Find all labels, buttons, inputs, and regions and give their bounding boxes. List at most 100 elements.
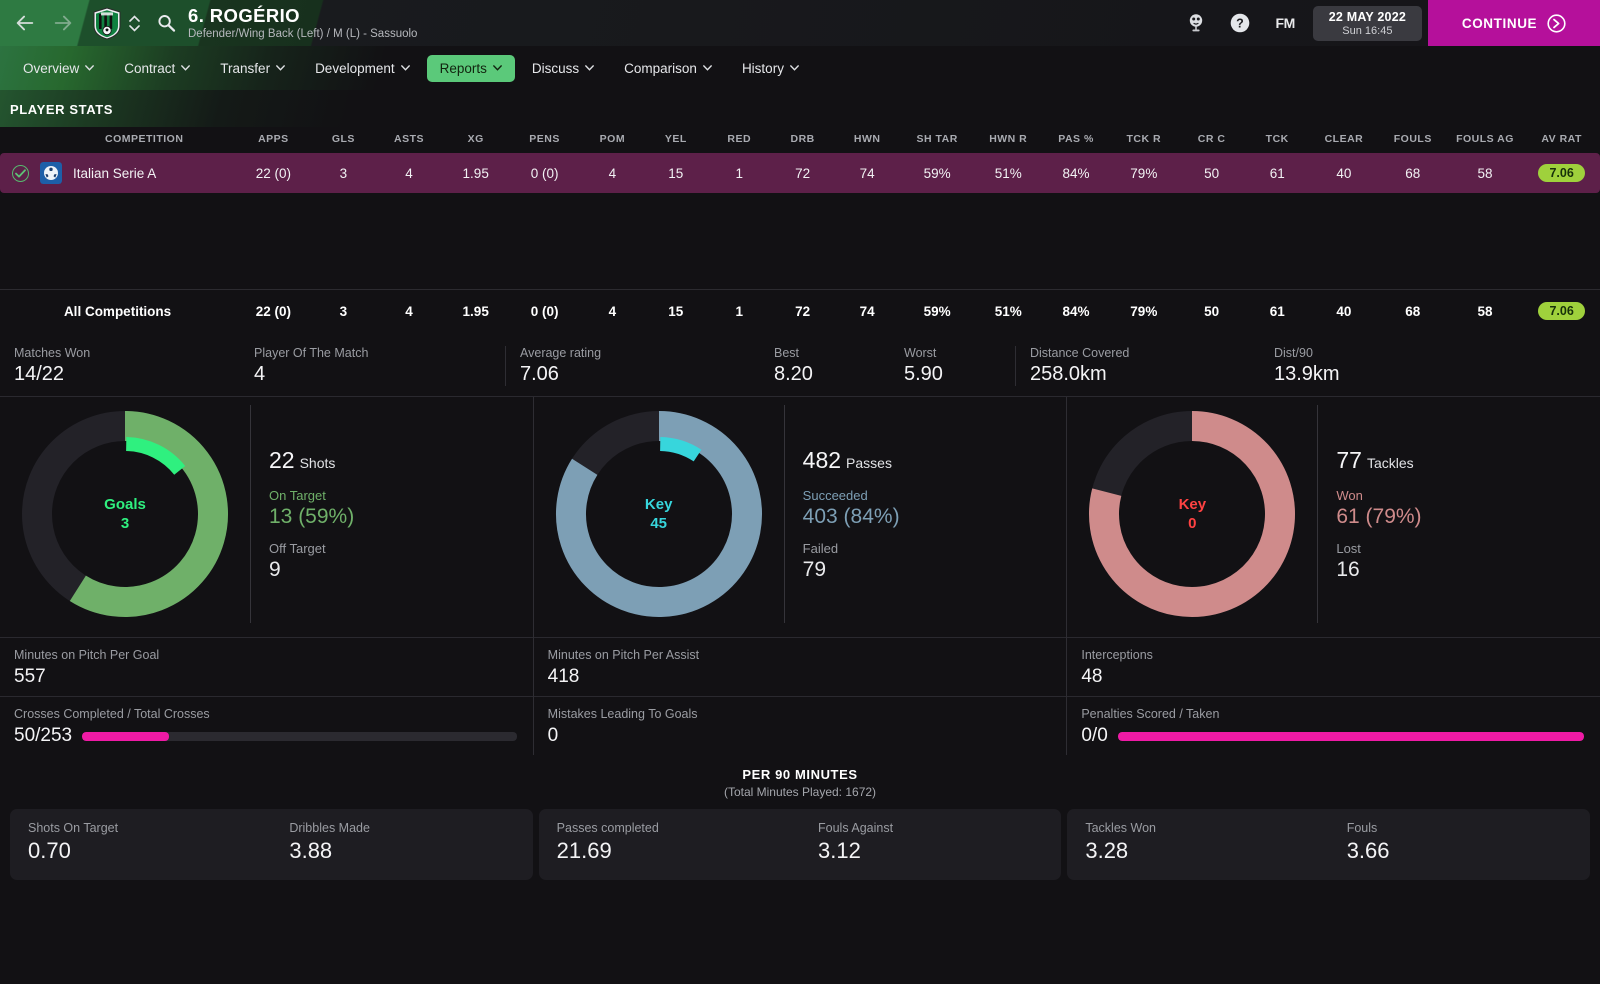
game-date-box[interactable]: 22 MAY 2022 Sun 16:45 [1312,5,1422,41]
tab-overview[interactable]: Overview [10,55,107,82]
table-row[interactable]: Italian Serie A 22 (0) 3 4 1.95 0 (0) 4 15 1 72 74… [0,153,1600,193]
per90-value: 3.66 [1346,838,1390,863]
help-button[interactable]: ? [1218,12,1262,34]
tab-label: History [741,60,784,76]
total-cell-hwn-r: 51% [974,289,1043,332]
cell-tck-r: 79% [1109,153,1178,193]
column-header-fouls-ag[interactable]: FOULS AG [1447,127,1524,153]
column-header-yel[interactable]: YEL [644,127,707,153]
donut-primary-label: On Target [269,487,326,503]
all-competitions-row: All Competitions 22 (0) 3 4 1.95 0 (0) 4 15 1 72 7… [0,289,1600,332]
per90-label: Shots On Target [28,821,119,835]
donut-total-label: Tackles [1366,454,1414,471]
chevron-down-icon[interactable] [129,24,140,32]
donut-chart-shots: Goals 3 [0,405,250,623]
metric-label: Minutes on Pitch Per Goal [14,648,160,662]
total-cell-pom: 4 [580,289,645,332]
metric-value: 0 [547,725,559,746]
column-header-av-rat[interactable]: AV RAT [1523,127,1600,153]
donut-accent-arc [659,437,702,462]
total-cell-xg: 1.95 [442,289,509,332]
column-header-pom[interactable]: POM [581,127,644,153]
column-header-hwn-r[interactable]: HWN R [974,127,1042,153]
metric-value: 418 [547,666,580,687]
club-crest-icon[interactable] [92,6,122,40]
per90-value: 3.88 [289,838,333,863]
fm-logo[interactable]: FM [1262,15,1309,31]
cell-clear: 40 [1308,153,1379,193]
column-header-gls[interactable]: GLS [312,127,375,153]
kpi-best: Best 8.20 [760,346,890,386]
kpi-value: 7.06 [520,363,559,385]
column-header-pens[interactable]: PENS [509,127,581,153]
tab-label: Development [315,60,395,76]
donut-chart-tackles: Key 0 [1067,405,1317,623]
kpi-player-of-the-match: Player Of The Match 4 [240,346,505,386]
column-header-sh-tar[interactable]: SH TAR [900,127,974,153]
column-header-clear[interactable]: CLEAR [1309,127,1379,153]
back-arrow-icon[interactable] [14,12,36,34]
metric-minutes-on-pitch-per-assist: Minutes on Pitch Per Assist 418 [533,637,1067,696]
donut-svg [555,411,762,617]
game-date: 22 MAY 2022 [1328,9,1406,24]
column-header-asts[interactable]: ASTS [375,127,443,153]
tab-contract[interactable]: Contract [111,55,203,82]
player-tab-bar: Overview Contract Transfer Development Repor… [0,46,1600,90]
tab-reports[interactable]: Reports [426,54,515,82]
per90-label: Passes completed [556,821,659,835]
metric-penalties-scored-taken: Penalties Scored / Taken 0/0 [1067,696,1600,755]
donut-primary-value: 61 (79%) [1336,504,1422,528]
tab-development[interactable]: Development [302,55,423,82]
per90-value: 3.12 [818,838,861,863]
donut-total-value: 77 [1336,446,1362,473]
column-header-tck-r[interactable]: TCK R [1110,127,1178,153]
club-switcher[interactable] [129,14,140,32]
tab-history[interactable]: History [729,55,812,82]
column-header-competition[interactable]: COMPETITION [0,127,235,153]
player-name: 6. ROGÉRIO [188,4,300,26]
app-header: 6. ROGÉRIO Defender/Wing Back (Left) / M… [0,0,1600,46]
cell-pom: 4 [580,153,645,193]
column-header-red[interactable]: RED [708,127,771,153]
column-header-cr-c[interactable]: CR C [1178,127,1246,153]
column-header-tck[interactable]: TCK [1246,127,1309,153]
per90-value: 21.69 [556,838,612,863]
column-header-xg[interactable]: XG [443,127,509,153]
donut-primary-label: Succeeded [802,487,868,503]
metric-bar-fill [1117,731,1585,741]
donut-chart-passes: Key 45 [534,405,784,623]
column-header-hwn[interactable]: HWN [834,127,900,153]
chevron-down-icon [85,65,95,71]
kpi-value: 258.0km [1030,363,1107,385]
tab-label: Transfer [220,60,271,76]
social-feed-icon[interactable] [1174,12,1218,34]
total-cell-yel: 15 [644,289,708,332]
tab-discuss[interactable]: Discuss [519,55,607,82]
kpi-value: 8.20 [774,363,813,385]
donut-group-passes: Key 45 482 Passes Succeeded 403 (84%) Failed 79 [532,397,1067,637]
column-header-pas-[interactable]: PAS % [1042,127,1110,153]
per90-card-1: Shots On Target 0.70 Dribbles Made 3.88 [10,809,533,880]
tab-transfer[interactable]: Transfer [207,55,298,82]
selected-check-icon[interactable] [12,164,29,182]
total-cell-asts: 4 [375,289,443,332]
continue-button[interactable]: CONTINUE [1428,0,1600,46]
search-icon[interactable] [156,13,176,33]
kpi-label: Worst [904,346,937,360]
column-header-drb[interactable]: DRB [771,127,834,153]
column-header-fouls[interactable]: FOULS [1379,127,1447,153]
cell-sh-tar: 59% [899,153,975,193]
cell-pens: 0 (0) [508,153,581,193]
metric-label: Crosses Completed / Total Crosses [14,707,210,721]
donut-secondary-label: Failed [802,540,839,556]
total-cell-sh-tar: 59% [899,289,975,332]
metric-crosses-completed-total-crosses: Crosses Completed / Total Crosses 50/253 [0,696,533,755]
competition-name: Italian Serie A [73,165,157,181]
kpi-label: Dist/90 [1274,346,1313,360]
column-header-apps[interactable]: APPS [235,127,312,153]
chevron-up-icon[interactable] [129,14,140,22]
tab-comparison[interactable]: Comparison [611,55,725,82]
donut-info-tackles: 77 Tackles Won 61 (79%) Lost 16 [1317,405,1600,623]
forward-arrow-icon[interactable] [52,12,74,34]
chevron-down-icon [703,65,712,71]
